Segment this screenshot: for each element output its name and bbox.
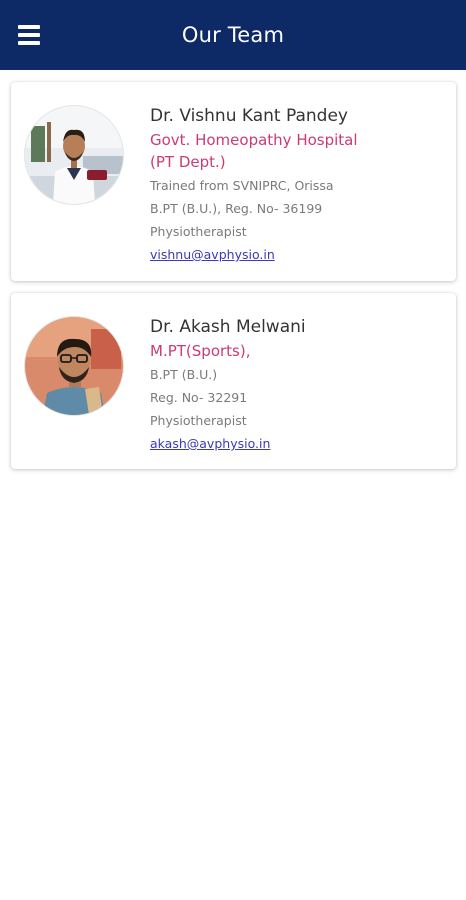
member-role: Physiotherapist [150,224,247,239]
member-registration: Reg. No- 32291 [150,390,248,405]
avatar-photo [25,106,123,204]
menu-bar-bottom [18,41,40,45]
member-email-link[interactable]: vishnu@avphysio.in [150,243,448,267]
avatar [25,317,123,415]
member-info: Dr. Vishnu Kant Pandey Govt. Homeopathy … [150,104,448,267]
member-name: Dr. Akash Melwani [150,317,306,337]
member-info: Dr. Akash Melwani M.PT(Sports), B.PT (B.… [150,315,448,456]
member-registration: B.PT (B.U.), Reg. No- 36199 [150,201,323,216]
menu-bar-top [18,25,40,29]
avatar-photo [25,317,123,415]
team-member-card: Dr. Akash Melwani M.PT(Sports), B.PT (B.… [11,293,456,469]
menu-bar-middle [18,33,40,37]
member-email-link[interactable]: akash@avphysio.in [150,432,448,456]
hamburger-menu-icon[interactable] [18,25,40,45]
avatar [25,106,123,204]
member-training: Trained from SVNIPRC, Orissa [150,178,334,193]
member-name: Dr. Vishnu Kant Pandey [150,106,348,126]
member-subtitle-line: (PT Dept.) [150,153,226,171]
member-subtitle-line: Govt. Homeopathy Hospital [150,131,358,149]
team-member-card: Dr. Vishnu Kant Pandey Govt. Homeopathy … [11,82,456,281]
member-role: Physiotherapist [150,413,247,428]
member-subtitle-line: M.PT(Sports), [150,342,251,360]
app-header: Our Team [0,0,466,70]
member-qualification: B.PT (B.U.) [150,367,218,382]
page-title: Our Team [181,23,285,47]
